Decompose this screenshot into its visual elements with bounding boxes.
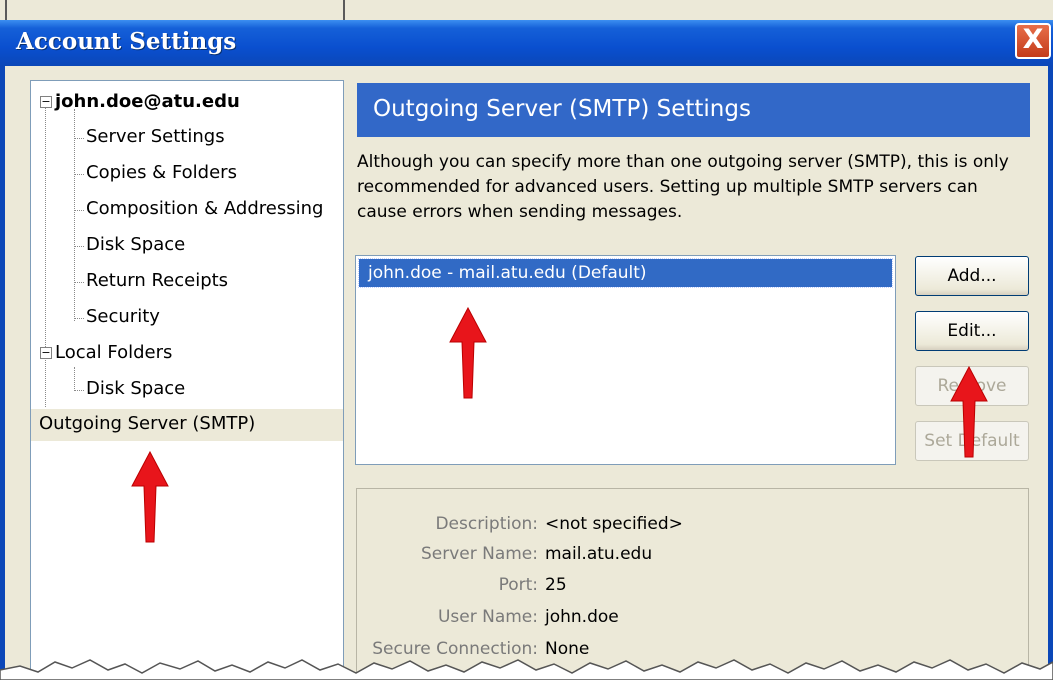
tree-line [74, 282, 84, 283]
window-title: Account Settings [16, 28, 237, 55]
red-arrow-icon [131, 450, 169, 543]
tree-item-copies-folders[interactable]: Copies & Folders [31, 158, 343, 190]
red-arrow-icon [449, 306, 487, 399]
window-frame-left [0, 66, 5, 680]
tree-line [74, 210, 84, 211]
tree-item-label: john.doe@atu.edu [55, 91, 240, 112]
window-edge-divider [343, 0, 345, 20]
edit-button[interactable]: Edit... [915, 311, 1029, 351]
tree-item-label: Server Settings [86, 126, 225, 147]
detail-value: <not specified> [545, 514, 683, 534]
detail-label: User Name: [437, 607, 538, 627]
window-frame-right [1048, 66, 1053, 680]
panel-description: Although you can specify more than one o… [357, 152, 1009, 222]
smtp-server-list[interactable]: john.doe - mail.atu.edu (Default) [355, 255, 896, 465]
tree-line [74, 246, 84, 247]
close-icon[interactable]: X [1015, 23, 1051, 59]
tree-line [74, 318, 84, 319]
tree-item-label: Security [86, 306, 160, 327]
smtp-server-label: john.doe - mail.atu.edu (Default) [368, 263, 647, 283]
account-tree: − john.doe@atu.edu Server Settings Copie… [30, 80, 344, 680]
tree-item-outgoing-server[interactable]: Outgoing Server (SMTP) [31, 409, 343, 441]
detail-label: Port: [498, 575, 538, 595]
panel-header: Outgoing Server (SMTP) Settings [357, 83, 1030, 137]
tree-item-return-receipts[interactable]: Return Receipts [31, 266, 343, 298]
tree-item-label: Outgoing Server (SMTP) [39, 413, 256, 434]
tree-item-label: Disk Space [86, 378, 186, 399]
tree-line [74, 138, 84, 139]
tree-item-label: Return Receipts [86, 270, 229, 291]
detail-value: mail.atu.edu [545, 544, 653, 564]
collapse-icon[interactable]: − [40, 96, 52, 108]
tree-item-server-settings[interactable]: Server Settings [31, 122, 343, 154]
smtp-server-row[interactable]: john.doe - mail.atu.edu (Default) [358, 258, 893, 288]
tree-item-local-folders[interactable]: − Local Folders [31, 338, 343, 370]
tree-item-disk-space[interactable]: Disk Space [31, 230, 343, 262]
title-bar: Account Settings X [0, 20, 1053, 66]
torn-edge-decoration [0, 659, 1053, 680]
tree-item-composition-addressing[interactable]: Composition & Addressing [31, 194, 343, 226]
detail-row-user-name: User Name: john.doe [357, 604, 1028, 630]
background-window-strip [0, 0, 1053, 21]
tree-item-security[interactable]: Security [31, 302, 343, 334]
tree-line [74, 174, 84, 175]
red-arrow-icon [950, 365, 988, 458]
detail-row-description: Description: <not specified> [357, 511, 1028, 537]
add-button[interactable]: Add... [915, 256, 1029, 296]
tree-item-label: Local Folders [55, 342, 173, 363]
detail-label: Server Name: [420, 544, 538, 564]
detail-row-port: Port: 25 [357, 572, 1028, 598]
tree-item-label: Copies & Folders [86, 162, 237, 183]
detail-value: john.doe [545, 607, 619, 627]
tree-item-local-disk-space[interactable]: Disk Space [31, 374, 343, 406]
tree-item-label: Composition & Addressing [86, 198, 324, 219]
tree-item-account[interactable]: − john.doe@atu.edu [31, 87, 343, 119]
tree-item-label: Disk Space [86, 234, 186, 255]
window-edge-left [5, 0, 7, 20]
detail-row-server-name: Server Name: mail.atu.edu [357, 541, 1028, 567]
detail-label: Description: [435, 514, 538, 534]
panel-title: Outgoing Server (SMTP) Settings [373, 96, 751, 122]
detail-value: 25 [545, 575, 567, 595]
tree-line [74, 390, 84, 391]
collapse-icon[interactable]: − [40, 347, 52, 359]
